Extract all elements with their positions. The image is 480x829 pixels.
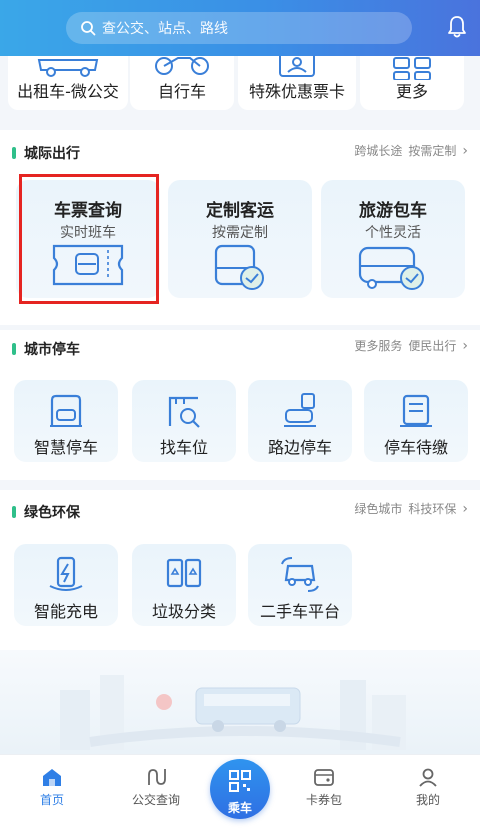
chevron-right-icon: › xyxy=(462,337,468,354)
section-title-text: 绿色环保 xyxy=(24,505,80,521)
section-title-text: 城际出行 xyxy=(24,146,80,162)
used-car-icon xyxy=(281,557,319,592)
city-bus-illustration-art xyxy=(60,675,406,750)
city-bus-illustration xyxy=(0,650,480,754)
service-bicycle[interactable]: 自行车 xyxy=(130,56,234,110)
parking-links[interactable]: 更多服务 便民出行 › xyxy=(348,337,468,354)
tab-mine[interactable]: 我的 xyxy=(388,763,468,808)
parking-bill-icon xyxy=(400,394,432,427)
chevron-right-icon: › xyxy=(462,500,468,517)
intercity-links[interactable]: 跨城长途 按需定制 › xyxy=(348,142,468,159)
grid-icon xyxy=(393,57,431,80)
tab-bus-query[interactable]: 公交查询 xyxy=(116,763,196,808)
user-icon xyxy=(419,768,437,787)
section-marker xyxy=(12,506,16,518)
find-spot-button[interactable]: 找车位 xyxy=(132,380,236,462)
tile-label: 停车待缴 xyxy=(383,438,448,457)
car-icon xyxy=(37,59,99,77)
intercity-title: 城际出行 xyxy=(12,143,80,163)
parking-bill-button[interactable]: 停车待缴 xyxy=(364,380,468,462)
search-bar[interactable]: 查公交、站点、路线 xyxy=(66,12,412,44)
search-icon xyxy=(81,21,96,36)
coach-check-icon xyxy=(358,246,424,290)
ride-qr-button[interactable]: 乘车 xyxy=(210,759,270,819)
link-text: 更多服务 xyxy=(354,339,403,353)
search-placeholder: 查公交、站点、路线 xyxy=(102,21,228,37)
tab-label: 公交查询 xyxy=(131,793,180,807)
home-icon xyxy=(43,769,61,786)
roadside-parking-icon xyxy=(284,393,316,427)
link-text: 便民出行 xyxy=(408,339,457,353)
bicycle-icon xyxy=(155,57,209,75)
custom-transport-card[interactable]: 定制客运 按需定制 xyxy=(168,180,312,298)
card-subtitle: 按需定制 xyxy=(212,225,268,241)
service-label: 出租车-微公交 xyxy=(17,82,119,101)
id-card-icon xyxy=(279,56,315,77)
garbage-sorting-button[interactable]: 垃圾分类 xyxy=(132,544,236,626)
smart-parking-icon xyxy=(50,394,82,427)
tab-label: 首页 xyxy=(39,793,64,807)
section-title-text: 城市停车 xyxy=(24,342,80,358)
wallet-icon xyxy=(314,769,334,786)
highlight-box xyxy=(19,174,159,304)
tile-label: 智慧停车 xyxy=(33,438,98,457)
green-title: 绿色环保 xyxy=(12,502,80,522)
chevron-right-icon: › xyxy=(462,142,468,159)
tab-wallet[interactable]: 卡券包 xyxy=(284,763,364,808)
roadside-parking-button[interactable]: 路边停车 xyxy=(248,380,352,462)
green-links[interactable]: 绿色城市 科技环保 › xyxy=(348,500,468,517)
tile-label: 二手车平台 xyxy=(259,602,340,621)
tile-label: 找车位 xyxy=(159,438,208,457)
ride-label: 乘车 xyxy=(227,801,252,815)
link-text: 按需定制 xyxy=(408,144,457,158)
section-marker xyxy=(12,343,16,355)
card-title: 旅游包车 xyxy=(359,201,427,221)
tab-label: 我的 xyxy=(415,793,440,807)
card-title: 定制客运 xyxy=(206,201,274,221)
recycle-bins-icon xyxy=(166,558,202,588)
service-label: 自行车 xyxy=(157,82,206,101)
service-label: 更多 xyxy=(395,82,428,101)
link-text: 跨城长途 xyxy=(354,144,403,158)
tile-label: 垃圾分类 xyxy=(151,602,216,621)
parking-title: 城市停车 xyxy=(12,339,80,359)
tile-label: 路边停车 xyxy=(267,438,332,457)
smart-parking-button[interactable]: 智慧停车 xyxy=(14,380,118,462)
top-header: 查公交、站点、路线 xyxy=(0,0,480,56)
charging-icon xyxy=(49,556,83,591)
tab-home[interactable]: 首页 xyxy=(12,763,92,808)
route-icon xyxy=(148,769,166,785)
smart-charging-button[interactable]: 智能充电 xyxy=(14,544,118,626)
tab-label: 卡券包 xyxy=(305,793,342,807)
charter-bus-card[interactable]: 旅游包车 个性灵活 xyxy=(321,180,465,298)
bell-icon[interactable] xyxy=(445,14,469,40)
service-discount-card[interactable]: 特殊优惠票卡 xyxy=(238,56,356,110)
tile-label: 智能充电 xyxy=(33,602,98,621)
qr-code-icon xyxy=(229,770,251,792)
service-taxi[interactable]: 出租车-微公交 xyxy=(8,56,128,110)
service-more[interactable]: 更多 xyxy=(360,56,464,110)
link-text: 绿色城市 xyxy=(354,502,403,516)
link-text: 科技环保 xyxy=(408,502,457,516)
service-label: 特殊优惠票卡 xyxy=(248,82,345,101)
bus-check-icon xyxy=(214,244,264,290)
card-subtitle: 个性灵活 xyxy=(365,225,421,241)
section-marker xyxy=(12,147,16,159)
used-car-button[interactable]: 二手车平台 xyxy=(248,544,352,626)
find-spot-icon xyxy=(168,396,200,428)
